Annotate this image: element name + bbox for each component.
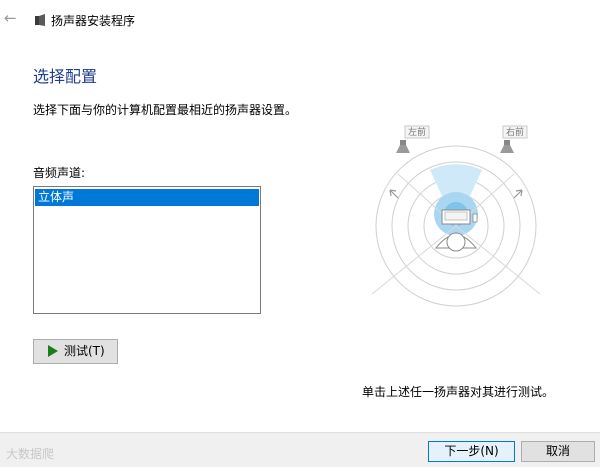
cancel-button[interactable]: 取消 [521,441,595,462]
speaker-diagram: 左前 右前 [371,125,541,307]
page-description: 选择下面与你的计算机配置最相近的扬声器设置。 [33,103,298,117]
right-speaker-label: 右前 [506,126,524,138]
channels-listbox[interactable]: 立体声 [33,186,261,314]
watermark: 大数据爬 [6,447,55,461]
back-arrow-icon[interactable]: ← [4,10,20,26]
test-button-label: 测试(T) [64,344,105,358]
channels-list-item-stereo[interactable]: 立体声 [35,189,259,206]
speaker-app-icon [35,14,45,26]
test-button[interactable]: 测试(T) [33,339,118,364]
test-hint: 单击上述任一扬声器对其进行测试。 [362,385,555,399]
left-speaker-icon[interactable] [396,140,410,153]
channels-label: 音频声道: [33,166,86,180]
right-speaker-icon[interactable] [500,140,514,153]
window-title: 扬声器安装程序 [51,14,136,28]
page-heading: 选择配置 [33,67,98,86]
play-icon [48,345,58,357]
title-bar: ← 扬声器安装程序 [0,0,600,40]
left-speaker-label: 左前 [408,126,426,138]
footer-divider [0,432,600,433]
next-button[interactable]: 下一步(N) [428,441,515,462]
